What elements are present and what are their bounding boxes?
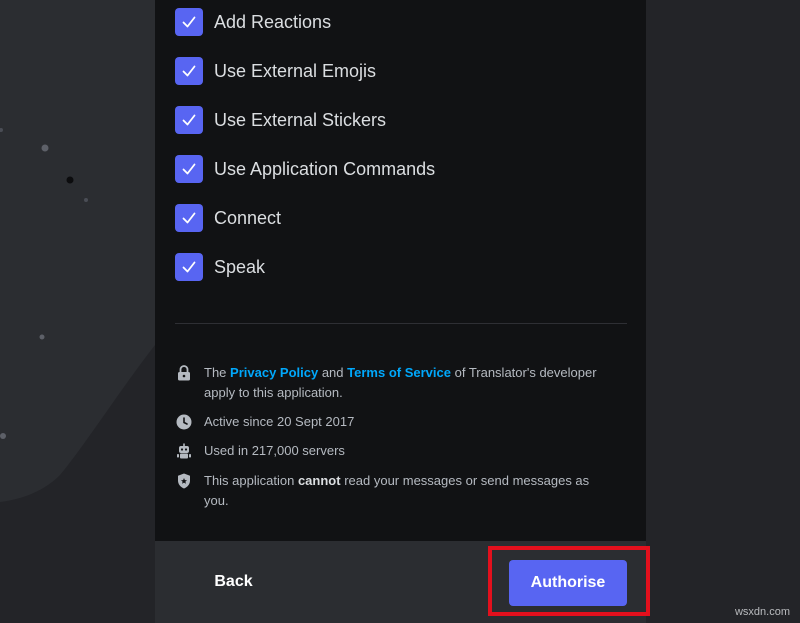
permission-add-reactions[interactable]: Add Reactions	[175, 7, 331, 37]
permission-use-external-stickers[interactable]: Use External Stickers	[175, 105, 386, 135]
privacy-terms-text: The Privacy Policy and Terms of Service …	[204, 363, 615, 403]
permission-use-external-emojis[interactable]: Use External Emojis	[175, 56, 376, 86]
checkbox-checked-icon[interactable]	[175, 204, 203, 232]
policy-and-text: and	[321, 365, 344, 380]
permission-use-application-commands[interactable]: Use Application Commands	[175, 154, 435, 184]
info-active-since: Active since 20 Sept 2017	[175, 412, 615, 432]
watermark: wsxdn.com	[734, 606, 790, 618]
back-button[interactable]: Back	[195, 563, 272, 601]
messages-text: This application cannot read your messag…	[204, 471, 615, 511]
servers-text: Used in 217,000 servers	[204, 443, 345, 458]
messages-emphasis-text: cannot	[297, 473, 341, 488]
checkbox-checked-icon[interactable]	[175, 106, 203, 134]
permission-label: Speak	[214, 256, 266, 277]
checkbox-checked-icon[interactable]	[175, 57, 203, 85]
permission-label: Use External Emojis	[214, 60, 377, 81]
authorization-modal: Add Reactions Use External Emojis Use Ex…	[155, 0, 646, 623]
permission-speak[interactable]: Speak	[175, 252, 265, 282]
authorise-button[interactable]: Authorise	[509, 560, 627, 606]
permission-connect[interactable]: Connect	[175, 203, 281, 233]
shield-icon	[175, 472, 193, 490]
checkbox-checked-icon[interactable]	[175, 8, 203, 36]
robot-icon	[175, 442, 193, 460]
permission-label: Add Reactions	[214, 11, 332, 32]
messages-prefix-text: This application	[204, 473, 295, 488]
privacy-policy-link[interactable]: Privacy Policy	[230, 365, 318, 380]
permission-label: Use Application Commands	[214, 158, 436, 179]
info-servers: Used in 217,000 servers	[175, 441, 615, 461]
active-since-text: Active since 20 Sept 2017	[204, 414, 355, 429]
terms-of-service-link[interactable]: Terms of Service	[347, 365, 451, 380]
permission-label: Connect	[214, 207, 282, 228]
divider	[175, 323, 627, 324]
clock-icon	[175, 413, 193, 431]
lock-icon	[175, 364, 193, 382]
info-messages: This application cannot read your messag…	[175, 471, 615, 511]
info-privacy-terms: The Privacy Policy and Terms of Service …	[175, 363, 615, 403]
policy-prefix-text: The	[204, 365, 227, 380]
checkbox-checked-icon[interactable]	[175, 253, 203, 281]
permission-label: Use External Stickers	[214, 109, 387, 130]
modal-footer: Back Authorise	[155, 541, 646, 623]
checkbox-checked-icon[interactable]	[175, 155, 203, 183]
